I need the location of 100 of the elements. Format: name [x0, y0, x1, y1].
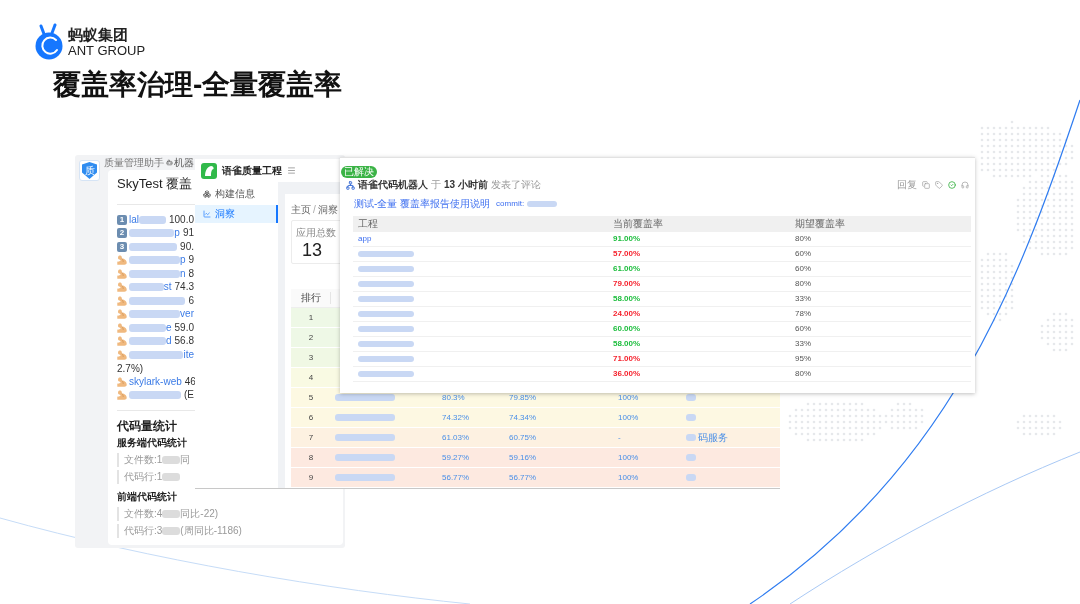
coverage-value: 74.3	[174, 281, 194, 294]
expected-coverage: 78%	[795, 309, 811, 319]
coverage-value: 8	[188, 267, 194, 280]
table-cell: 100%	[618, 452, 639, 463]
reply-button[interactable]: 回复	[897, 179, 917, 191]
stat-label: 应用总数	[296, 227, 336, 239]
app-title: 语雀质量工程	[222, 164, 282, 177]
project-link[interactable]: d	[165, 335, 172, 348]
table-cell: 100%	[618, 472, 639, 483]
current-coverage: 36.00%	[613, 369, 641, 379]
project-link[interactable]: e	[165, 321, 172, 334]
coverage-value: 46	[184, 375, 196, 388]
project-link[interactable]: lal	[129, 213, 139, 226]
current-coverage: 60.00%	[613, 324, 641, 334]
table-cell: 74.32%	[442, 412, 470, 423]
expected-coverage: 60%	[795, 264, 811, 274]
expected-coverage: 80%	[795, 279, 811, 289]
coverage-value: 9	[188, 254, 194, 267]
comment-meta: 发表了评论	[490, 179, 541, 191]
table-cell: 100%	[618, 412, 639, 423]
slide-title: 覆盖率治理-全量覆盖率	[53, 69, 343, 101]
current-coverage: 91.00%	[613, 234, 641, 244]
table-cell-text: 3	[307, 352, 315, 363]
breadcrumb-link[interactable]: 主页	[291, 204, 311, 216]
line-chart-icon	[203, 210, 211, 218]
current-coverage: 71.00%	[613, 354, 641, 364]
table-cell-text: 9	[307, 472, 315, 483]
table-cell-text: 6	[307, 412, 315, 423]
coverage-value: 59.0	[174, 321, 194, 334]
nav-item[interactable]: 构建信息	[195, 185, 278, 203]
rank-badge: 1	[117, 214, 127, 225]
rank-badge: 2	[117, 228, 127, 239]
flexed-arm-icon	[117, 282, 127, 293]
commit-link[interactable]: commit:	[496, 199, 525, 209]
table-cell-text: 2	[307, 332, 315, 343]
stat-text: 同比-22)	[180, 508, 219, 520]
coverage-value: 100.0	[168, 213, 194, 226]
coverage-value: 90.	[180, 240, 194, 253]
bird-logo-icon	[201, 162, 217, 179]
project-link[interactable]: app	[358, 234, 372, 244]
stat-text: 同	[180, 454, 191, 466]
expected-coverage: 33%	[795, 294, 811, 304]
current-coverage: 58.00%	[613, 294, 641, 304]
nav-item[interactable]: 洞察	[195, 205, 278, 223]
table-cell: 56.77%	[509, 472, 537, 483]
robot-icon	[166, 159, 173, 166]
table-cell: 59.27%	[442, 452, 470, 463]
brand-name-english: ANT GROUP	[68, 43, 146, 57]
flexed-arm-icon	[117, 268, 127, 279]
headphones-icon[interactable]	[961, 181, 969, 189]
project-link[interactable]: n	[179, 267, 186, 280]
comment-time: 13 小时前	[444, 179, 488, 191]
ant-logo-icon	[33, 23, 65, 60]
project-link[interactable]: p	[174, 227, 180, 240]
table-cell: 100%	[618, 392, 639, 403]
author-name[interactable]: 语雀代码机器人	[358, 179, 428, 191]
table-cell: 80.3%	[442, 392, 465, 403]
project-link[interactable]: ite	[183, 348, 194, 361]
project-link[interactable]: p	[179, 254, 186, 267]
flexed-arm-icon	[117, 295, 127, 306]
flexed-arm-icon	[117, 349, 127, 360]
coverage-value: 6	[188, 294, 194, 307]
column-header: 工程	[358, 218, 378, 230]
stat-text: (周同比-1186)	[180, 525, 242, 537]
flexed-arm-icon	[117, 376, 127, 387]
expected-coverage: 95%	[795, 354, 811, 364]
project-link[interactable]: skylark-web	[129, 375, 182, 388]
card-title: SkyTest 覆盖	[117, 176, 193, 192]
robot-tab[interactable]: 机器	[174, 156, 194, 169]
expected-coverage: 80%	[795, 234, 811, 244]
flexed-arm-icon	[117, 309, 127, 320]
ranking-text: 2.7%)	[117, 361, 144, 375]
coverage-value: 91	[182, 227, 194, 240]
table-cell-text: 4	[307, 372, 315, 383]
network-icon	[346, 180, 355, 190]
app-avatar[interactable]: 质	[79, 160, 100, 181]
table-cell: 61.03%	[442, 432, 470, 443]
doc-link[interactable]: 测试-全量 覆盖率报告使用说明	[354, 198, 491, 210]
table-cell-text: 8	[307, 452, 315, 463]
flexed-arm-icon	[117, 390, 127, 401]
project-link[interactable]: st	[163, 281, 172, 294]
check-circle-icon[interactable]	[948, 181, 956, 189]
copy-icon[interactable]	[922, 181, 930, 189]
rank-badge: 3	[117, 241, 127, 252]
comment-meta: 于	[431, 179, 441, 191]
project-link[interactable]: ver	[180, 308, 194, 321]
column-header: 期望覆盖率	[795, 218, 845, 230]
current-coverage: 58.00%	[613, 339, 641, 349]
menu-icon[interactable]	[287, 166, 296, 175]
table-cell: 59.16%	[509, 452, 537, 463]
tag-icon[interactable]	[935, 181, 943, 189]
expected-coverage: 33%	[795, 339, 811, 349]
stat-text: 代码行:3	[124, 525, 163, 537]
flexed-arm-icon	[117, 322, 127, 333]
current-coverage: 79.00%	[613, 279, 641, 289]
boxes-icon	[203, 190, 211, 198]
column-header: 排行	[291, 292, 331, 304]
breadcrumb-link[interactable]: 洞察	[317, 204, 338, 216]
table-cell-text: 7	[307, 432, 315, 443]
current-coverage: 24.00%	[613, 309, 641, 319]
